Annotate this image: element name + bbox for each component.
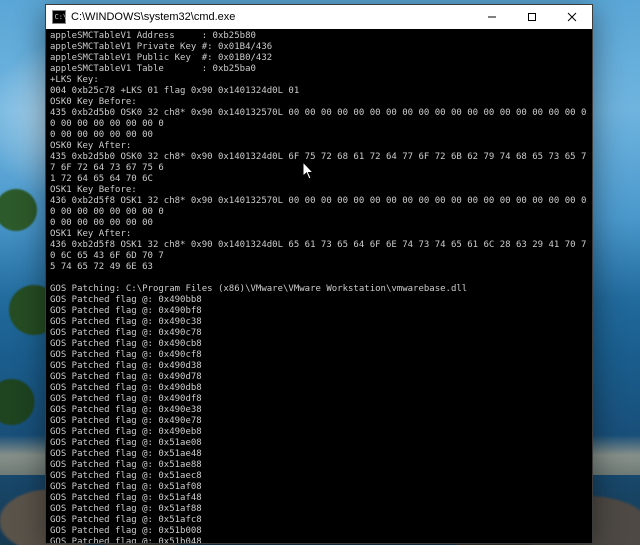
- console-line: appleSMCTableV1 Private Key #: 0x01B4/43…: [50, 42, 588, 53]
- console-line: 435 0xb2d5b0 OSK0 32 ch8* 0x90 0x1401324…: [50, 152, 588, 174]
- console-line: GOS Patched flag @: 0x490df8: [50, 394, 588, 405]
- console-line: [50, 273, 588, 284]
- cmd-window: C:\ C:\WINDOWS\system32\cmd.exe appleSMC…: [45, 4, 593, 544]
- titlebar[interactable]: C:\ C:\WINDOWS\system32\cmd.exe: [46, 5, 592, 29]
- console-line: OSK1 Key Before:: [50, 185, 588, 196]
- console-line: GOS Patched flag @: 0x51af88: [50, 504, 588, 515]
- window-title: C:\WINDOWS\system32\cmd.exe: [71, 11, 235, 23]
- console-line: 004 0xb25c78 +LKS 01 flag 0x90 0x1401324…: [50, 86, 588, 97]
- console-line: GOS Patched flag @: 0x490e38: [50, 405, 588, 416]
- console-line: GOS Patched flag @: 0x490cf8: [50, 350, 588, 361]
- console-line: OSK0 Key After:: [50, 141, 588, 152]
- minimize-icon: [487, 12, 497, 22]
- console-line: 0 00 00 00 00 00 00: [50, 130, 588, 141]
- minimize-button[interactable]: [472, 5, 512, 29]
- console-line: OSK0 Key Before:: [50, 97, 588, 108]
- close-icon: [567, 12, 577, 22]
- console-line: OSK1 Key After:: [50, 229, 588, 240]
- console-line: GOS Patched flag @: 0x51b048: [50, 537, 588, 543]
- console-line: GOS Patched flag @: 0x490bb8: [50, 295, 588, 306]
- svg-text:C:\: C:\: [55, 13, 67, 21]
- console-line: +LKS Key:: [50, 75, 588, 86]
- console-line: GOS Patched flag @: 0x51ae08: [50, 438, 588, 449]
- console-line: 0 00 00 00 00 00 00: [50, 218, 588, 229]
- console-line: GOS Patched flag @: 0x490d78: [50, 372, 588, 383]
- console-line: 1 72 64 65 64 70 6C: [50, 174, 588, 185]
- close-button[interactable]: [552, 5, 592, 29]
- console-line: GOS Patched flag @: 0x51ae88: [50, 460, 588, 471]
- console-line: GOS Patched flag @: 0x490eb8: [50, 427, 588, 438]
- console-line: GOS Patched flag @: 0x51b008: [50, 526, 588, 537]
- console-line: GOS Patched flag @: 0x490e78: [50, 416, 588, 427]
- console-line: GOS Patched flag @: 0x51afc8: [50, 515, 588, 526]
- console-line: GOS Patching: C:\Program Files (x86)\VMw…: [50, 284, 588, 295]
- console-line: GOS Patched flag @: 0x490d38: [50, 361, 588, 372]
- console-line: appleSMCTableV1 Public Key #: 0x01B0/432: [50, 53, 588, 64]
- console-output[interactable]: appleSMCTableV1 Address : 0xb25b80appleS…: [46, 29, 592, 543]
- console-line: GOS Patched flag @: 0x51af08: [50, 482, 588, 493]
- console-line: 435 0xb2d5b0 OSK0 32 ch8* 0x90 0x1401325…: [50, 108, 588, 130]
- console-line: 436 0xb2d5f8 OSK1 32 ch8* 0x90 0x1401324…: [50, 240, 588, 262]
- console-line: GOS Patched flag @: 0x490c38: [50, 317, 588, 328]
- console-line: GOS Patched flag @: 0x51ae48: [50, 449, 588, 460]
- maximize-icon: [527, 12, 537, 22]
- console-line: GOS Patched flag @: 0x490db8: [50, 383, 588, 394]
- console-line: GOS Patched flag @: 0x490c78: [50, 328, 588, 339]
- maximize-button[interactable]: [512, 5, 552, 29]
- console-line: GOS Patched flag @: 0x490cb8: [50, 339, 588, 350]
- console-line: appleSMCTableV1 Table : 0xb25ba0: [50, 64, 588, 75]
- console-line: GOS Patched flag @: 0x51aec8: [50, 471, 588, 482]
- console-line: 5 74 65 72 49 6E 63: [50, 262, 588, 273]
- console-line: GOS Patched flag @: 0x51af48: [50, 493, 588, 504]
- console-line: GOS Patched flag @: 0x490bf8: [50, 306, 588, 317]
- cmd-icon: C:\: [52, 10, 66, 24]
- console-line: appleSMCTableV1 Address : 0xb25b80: [50, 31, 588, 42]
- console-line: 436 0xb2d5f8 OSK1 32 ch8* 0x90 0x1401325…: [50, 196, 588, 218]
